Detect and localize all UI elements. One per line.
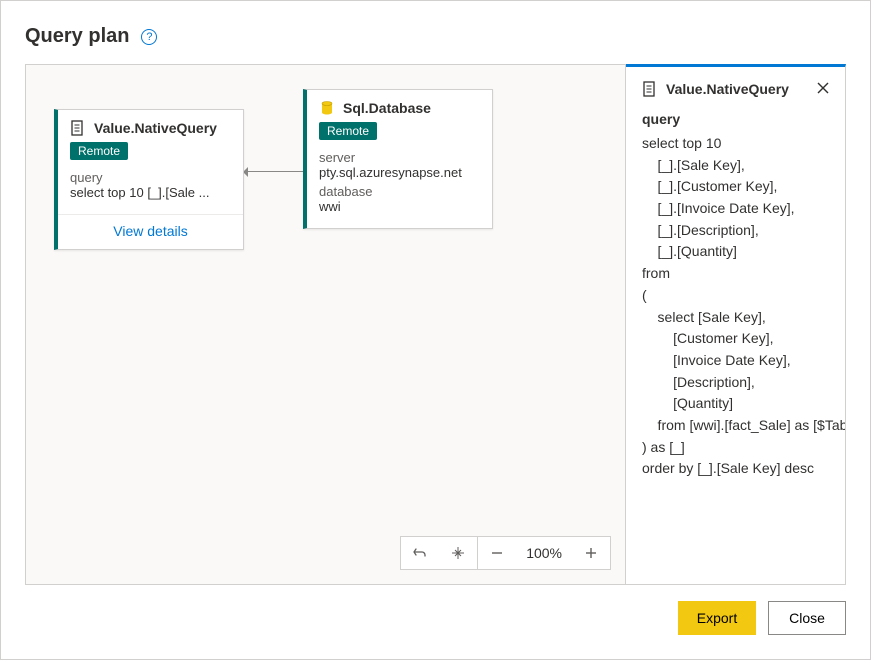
plan-edge xyxy=(244,171,303,172)
server-label: server xyxy=(319,150,480,165)
fit-button[interactable] xyxy=(439,537,477,569)
view-details-link[interactable]: View details xyxy=(58,214,243,249)
query-plan-dialog: Query plan ? Value.NativeQuery Remote qu… xyxy=(0,0,871,660)
undo-icon xyxy=(412,545,428,561)
content-area: Value.NativeQuery Remote query select to… xyxy=(25,64,846,585)
details-query-label: query xyxy=(642,111,829,127)
details-title: Value.NativeQuery xyxy=(666,81,789,97)
remote-badge: Remote xyxy=(319,122,377,140)
plan-node-sql-database[interactable]: Sql.Database Remote server pty.sql.azure… xyxy=(303,89,493,229)
plan-node-native-query[interactable]: Value.NativeQuery Remote query select to… xyxy=(54,109,244,250)
details-header: Value.NativeQuery xyxy=(642,81,829,97)
undo-button[interactable] xyxy=(401,537,439,569)
node-title: Sql.Database xyxy=(343,100,431,116)
database-label: database xyxy=(319,184,480,199)
fit-icon xyxy=(450,545,466,561)
minus-icon xyxy=(490,546,504,560)
close-icon[interactable] xyxy=(817,81,829,97)
node-body: query select top 10 [_].[Sale ... xyxy=(58,170,243,214)
export-button[interactable]: Export xyxy=(678,601,756,635)
node-title: Value.NativeQuery xyxy=(94,120,217,136)
zoom-in-button[interactable] xyxy=(572,537,610,569)
zoom-percent: 100% xyxy=(516,537,572,569)
close-button[interactable]: Close xyxy=(768,601,846,635)
remote-badge: Remote xyxy=(70,142,128,160)
database-value: wwi xyxy=(319,199,480,214)
query-preview: select top 10 [_].[Sale ... xyxy=(70,185,231,200)
node-header: Value.NativeQuery xyxy=(58,110,243,142)
dialog-header: Query plan ? xyxy=(25,25,846,48)
query-label: query xyxy=(70,170,231,185)
node-body: server pty.sql.azuresynapse.net database… xyxy=(307,150,492,228)
server-value: pty.sql.azuresynapse.net xyxy=(319,165,480,180)
zoom-controls: 100% xyxy=(400,536,611,570)
node-header: Sql.Database xyxy=(307,90,492,122)
details-panel: Value.NativeQuery query select top 10 [_… xyxy=(626,64,846,585)
details-query-text: select top 10 [_].[Sale Key], [_].[Custo… xyxy=(642,133,829,480)
dialog-footer: Export Close xyxy=(25,585,846,635)
plus-icon xyxy=(584,546,598,560)
dialog-title: Query plan xyxy=(25,25,129,48)
database-icon xyxy=(319,100,335,116)
plan-canvas[interactable]: Value.NativeQuery Remote query select to… xyxy=(25,64,626,585)
script-icon xyxy=(642,81,658,97)
help-icon[interactable]: ? xyxy=(141,29,157,45)
zoom-out-button[interactable] xyxy=(478,537,516,569)
script-icon xyxy=(70,120,86,136)
